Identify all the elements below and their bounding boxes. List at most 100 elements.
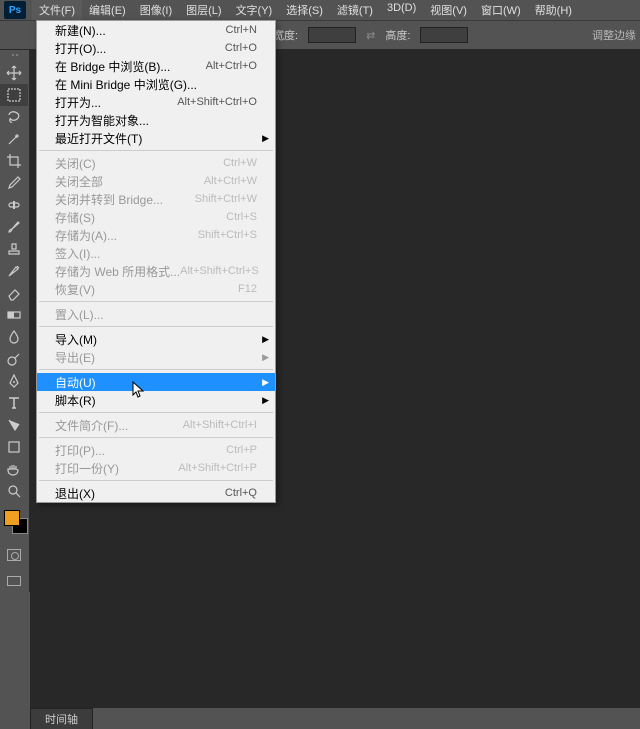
menu-item-shortcut: F12 xyxy=(238,283,257,295)
color-swatches[interactable] xyxy=(0,508,29,540)
menu-item-shortcut: Alt+Ctrl+O xyxy=(206,60,257,72)
file-menu-item-2[interactable]: 在 Bridge 中浏览(B)... Alt+Ctrl+O xyxy=(37,57,275,75)
width-label: 宽度: xyxy=(273,27,298,43)
refine-edge-button[interactable]: 调整边缘 xyxy=(592,27,636,43)
file-menu-item-4[interactable]: 打开为... Alt+Shift+Ctrl+O xyxy=(37,93,275,111)
menu-item-label: 存储为(A)... xyxy=(55,227,117,244)
crop-tool[interactable] xyxy=(0,150,28,172)
submenu-arrow-icon: ▶ xyxy=(262,352,269,363)
healing-tool[interactable] xyxy=(0,194,28,216)
move-tool[interactable] xyxy=(0,62,28,84)
menu-item-shortcut: Ctrl+Q xyxy=(225,487,257,499)
menu-8[interactable]: 视图(V) xyxy=(423,0,474,20)
path-tool[interactable] xyxy=(0,414,28,436)
menu-item-shortcut: Ctrl+P xyxy=(226,444,257,456)
wand-tool[interactable] xyxy=(0,128,28,150)
file-menu-item-3[interactable]: 在 Mini Bridge 中浏览(G)... xyxy=(37,75,275,93)
eyedropper-tool[interactable] xyxy=(0,172,28,194)
menu-item-shortcut: Alt+Shift+Ctrl+P xyxy=(178,462,257,474)
menu-item-label: 打开(O)... xyxy=(55,40,106,57)
submenu-arrow-icon: ▶ xyxy=(262,334,269,345)
file-menu-item-23[interactable]: 脚本(R) ▶ xyxy=(37,391,275,409)
menu-3[interactable]: 图层(L) xyxy=(179,0,228,20)
marquee-tool[interactable] xyxy=(0,84,28,106)
shape-tool[interactable] xyxy=(0,436,28,458)
height-label: 高度: xyxy=(385,27,410,43)
menu-item-label: 在 Bridge 中浏览(B)... xyxy=(55,58,170,75)
menu-separator xyxy=(39,412,273,413)
menu-item-label: 存储(S) xyxy=(55,209,95,226)
menu-separator xyxy=(39,326,273,327)
timeline-tab[interactable]: 时间轴 xyxy=(30,708,93,729)
menu-separator xyxy=(39,437,273,438)
file-menu-dropdown: 新建(N)... Ctrl+N 打开(O)... Ctrl+O 在 Bridge 中浏览… xyxy=(36,20,276,503)
menu-7[interactable]: 3D(D) xyxy=(380,0,423,20)
blur-tool[interactable] xyxy=(0,326,28,348)
menubar: Ps 文件(F)编辑(E)图像(I)图层(L)文字(Y)选择(S)滤镜(T)3D… xyxy=(0,0,640,20)
toolbox-handle[interactable] xyxy=(0,54,29,62)
menu-item-shortcut: Ctrl+N xyxy=(226,24,257,36)
menu-item-label: 新建(N)... xyxy=(55,22,106,39)
screenmode-toggle[interactable] xyxy=(0,570,28,592)
file-menu-item-14: 存储为 Web 所用格式...Alt+Shift+Ctrl+S xyxy=(37,262,275,280)
menu-item-label: 存储为 Web 所用格式... xyxy=(55,263,180,280)
menu-0[interactable]: 文件(F) xyxy=(32,0,82,20)
file-menu-item-20: 导出(E)▶ xyxy=(37,348,275,366)
gradient-tool[interactable] xyxy=(0,304,28,326)
menu-item-shortcut: Ctrl+W xyxy=(223,157,257,169)
lasso-tool[interactable] xyxy=(0,106,28,128)
menu-item-shortcut: Alt+Shift+Ctrl+I xyxy=(183,419,257,431)
menu-5[interactable]: 选择(S) xyxy=(279,0,330,20)
dodge-tool[interactable] xyxy=(0,348,28,370)
file-menu-item-0[interactable]: 新建(N)... Ctrl+N xyxy=(37,21,275,39)
menu-4[interactable]: 文字(Y) xyxy=(229,0,280,20)
file-menu-item-1[interactable]: 打开(O)... Ctrl+O xyxy=(37,39,275,57)
menu-item-label: 置入(L)... xyxy=(55,306,104,323)
eraser-tool[interactable] xyxy=(0,282,28,304)
menu-separator xyxy=(39,369,273,370)
file-menu-item-22[interactable]: 自动(U)▶ xyxy=(37,373,275,391)
brush-tool[interactable] xyxy=(0,216,28,238)
menu-separator xyxy=(39,150,273,151)
pen-tool[interactable] xyxy=(0,370,28,392)
menu-2[interactable]: 图像(I) xyxy=(133,0,179,20)
menu-item-label: 退出(X) xyxy=(55,485,95,502)
menu-item-shortcut: Alt+Shift+Ctrl+O xyxy=(177,96,257,108)
foreground-color-swatch[interactable] xyxy=(4,510,20,526)
height-field[interactable] xyxy=(420,27,468,43)
menu-item-label: 导入(M) xyxy=(55,331,97,348)
file-menu-item-15: 恢复(V)F12 xyxy=(37,280,275,298)
file-menu-item-8: 关闭(C)Ctrl+W xyxy=(37,154,275,172)
submenu-arrow-icon: ▶ xyxy=(262,395,269,406)
swap-wh-icon[interactable]: ⇄ xyxy=(366,29,375,42)
file-menu-item-25: 文件简介(F)...Alt+Shift+Ctrl+I xyxy=(37,416,275,434)
stamp-tool[interactable] xyxy=(0,238,28,260)
menu-item-label: 打开为... xyxy=(55,94,101,111)
file-menu-item-30[interactable]: 退出(X) Ctrl+Q xyxy=(37,484,275,502)
file-menu-item-5[interactable]: 打开为智能对象... xyxy=(37,111,275,129)
history-brush-tool[interactable] xyxy=(0,260,28,282)
menu-10[interactable]: 帮助(H) xyxy=(528,0,579,20)
hand-tool[interactable] xyxy=(0,458,28,480)
type-tool[interactable] xyxy=(0,392,28,414)
width-field[interactable] xyxy=(308,27,356,43)
menu-9[interactable]: 窗口(W) xyxy=(474,0,528,20)
menu-6[interactable]: 滤镜(T) xyxy=(330,0,380,20)
file-menu-item-28: 打印一份(Y) Alt+Shift+Ctrl+P xyxy=(37,459,275,477)
file-menu-item-17: 置入(L)... xyxy=(37,305,275,323)
menu-item-label: 打开为智能对象... xyxy=(55,112,149,129)
file-menu-item-9: 关闭全部Alt+Ctrl+W xyxy=(37,172,275,190)
menu-item-shortcut: Ctrl+S xyxy=(226,211,257,223)
menu-item-shortcut: Ctrl+O xyxy=(225,42,257,54)
menu-1[interactable]: 编辑(E) xyxy=(82,0,133,20)
zoom-tool[interactable] xyxy=(0,480,28,502)
submenu-arrow-icon: ▶ xyxy=(262,377,269,388)
menu-item-label: 打印一份(Y) xyxy=(55,460,119,477)
file-menu-item-19[interactable]: 导入(M) ▶ xyxy=(37,330,275,348)
quickmask-toggle[interactable] xyxy=(0,544,28,566)
bottom-panel-tabs: 时间轴 xyxy=(30,708,93,728)
menu-separator xyxy=(39,301,273,302)
menu-item-label: 脚本(R) xyxy=(55,392,96,409)
menu-item-label: 最近打开文件(T) xyxy=(55,130,142,147)
file-menu-item-6[interactable]: 最近打开文件(T)▶ xyxy=(37,129,275,147)
